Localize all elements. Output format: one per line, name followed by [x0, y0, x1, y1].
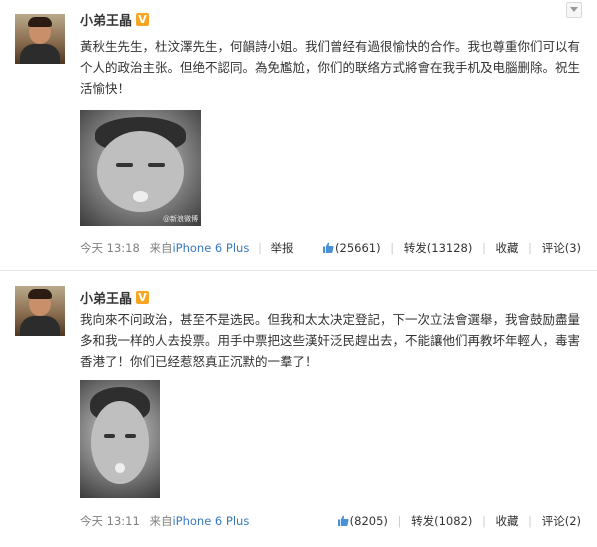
image-watermark: @新浪微博 — [163, 215, 198, 223]
divider: | — [481, 514, 486, 528]
like-button[interactable]: (25661) — [322, 241, 381, 255]
repost-count: (1082) — [434, 514, 473, 528]
repost-label: 转发 — [411, 514, 435, 528]
verified-badge-icon[interactable]: V — [136, 12, 150, 26]
like-count: (8205) — [349, 514, 388, 528]
weibo-post: 小弟王晶 V 我向來不问政治，甚至不是选民。但我和太太决定登記，下一次立法會選舉… — [0, 273, 597, 547]
chevron-down-icon — [570, 7, 578, 12]
divider: | — [528, 514, 533, 528]
user-line: 小弟王晶 V — [80, 10, 150, 29]
repost-count: (13128) — [426, 241, 473, 255]
post-menu-button[interactable] — [566, 2, 582, 18]
comment-button[interactable]: 评论(3) — [542, 241, 581, 255]
username-link[interactable]: 小弟王晶 — [80, 10, 132, 29]
post-text: 黃秋生先生，杜汶澤先生，何韻詩小姐。我们曾经有過很愉快的合作。我也尊重你们可以有… — [80, 39, 581, 96]
source-link[interactable]: iPhone 6 Plus — [172, 241, 249, 255]
comment-count: (3) — [564, 241, 581, 255]
comment-label: 评论 — [541, 241, 565, 255]
verified-badge-icon[interactable]: V — [136, 290, 150, 304]
post-time-link[interactable]: 今天 13:11 — [80, 514, 140, 528]
post-image[interactable]: @新浪微博 — [80, 110, 201, 226]
post-image[interactable] — [80, 380, 160, 498]
username-link[interactable]: 小弟王晶 — [80, 288, 132, 307]
divider: | — [481, 241, 486, 255]
thumbs-up-icon — [337, 515, 349, 526]
weibo-feed: 小弟王晶 V 黃秋生先生，杜汶澤先生，何韻詩小姐。我们曾经有過很愉快的合作。我也… — [0, 0, 597, 547]
weibo-post: 小弟王晶 V 黃秋生先生，杜汶澤先生，何韻詩小姐。我们曾经有過很愉快的合作。我也… — [0, 0, 597, 271]
avatar[interactable] — [15, 286, 65, 336]
thumbs-up-icon — [323, 242, 334, 253]
post-meta: 今天 13:11 来自iPhone 6 Plus (8205) | 转发(108… — [80, 513, 581, 529]
favorite-button[interactable]: 收藏 — [496, 514, 519, 528]
repost-label: 转发 — [403, 241, 427, 255]
repost-button[interactable]: 转发(1082) — [411, 514, 472, 528]
divider: | — [397, 514, 402, 528]
favorite-button[interactable]: 收藏 — [496, 241, 519, 255]
comment-count: (2) — [564, 514, 581, 528]
source-link[interactable]: iPhone 6 Plus — [172, 514, 249, 528]
avatar[interactable] — [15, 14, 65, 64]
repost-button[interactable]: 转发(13128) — [404, 241, 473, 255]
source-prefix: 来自 — [149, 514, 173, 528]
comment-label: 评论 — [541, 514, 565, 528]
divider: | — [257, 241, 262, 255]
report-link[interactable]: 举报 — [271, 241, 294, 255]
like-count: (25661) — [335, 241, 381, 255]
comment-button[interactable]: 评论(2) — [542, 514, 581, 528]
user-line: 小弟王晶 V — [80, 288, 150, 307]
like-button[interactable]: (8205) — [337, 514, 388, 528]
post-meta: 今天 13:18 来自iPhone 6 Plus | 举报 (25661) | … — [80, 240, 581, 256]
divider: | — [390, 241, 395, 255]
divider: | — [528, 241, 533, 255]
source-prefix: 来自 — [149, 241, 173, 255]
post-time-link[interactable]: 今天 13:18 — [80, 241, 140, 255]
post-text: 我向來不问政治，甚至不是选民。但我和太太决定登記，下一次立法會選舉，我會鼓励盡量… — [80, 312, 581, 369]
